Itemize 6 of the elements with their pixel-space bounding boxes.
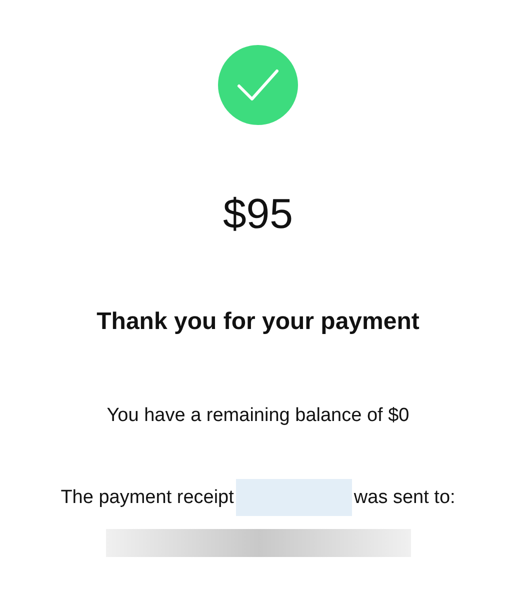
receipt-message: The payment receipt: [60, 488, 234, 507]
check-icon: [236, 68, 280, 102]
receipt-message: was sent to:: [354, 488, 456, 507]
confirmation-heading: Thank you for your payment: [96, 310, 420, 334]
payment-amount: $95: [222, 193, 294, 235]
balance-message: You have a remaining balance of $0: [106, 406, 410, 425]
